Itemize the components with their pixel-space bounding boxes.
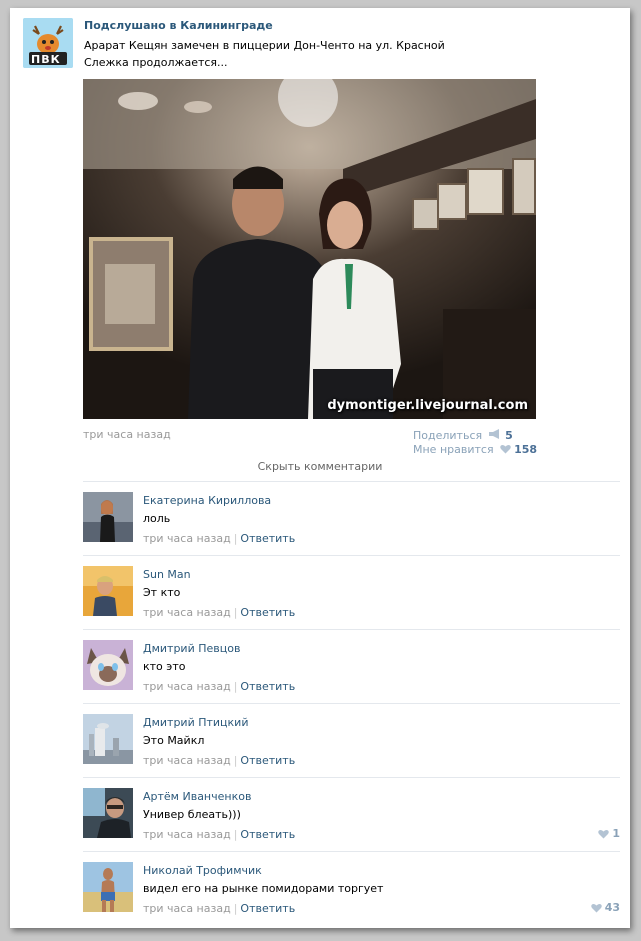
post-actions: Поделиться 5 Мне нравится 158 (413, 428, 630, 456)
comment-author[interactable]: Николай Трофимчик (143, 864, 262, 877)
comment-like-count: 43 (604, 901, 620, 914)
comment-meta: три часа назад | Ответить (143, 532, 295, 545)
comment-like-button[interactable]: 43 (590, 901, 620, 914)
cat-photo-icon (83, 640, 133, 690)
separator: | (233, 680, 238, 693)
share-count: 5 (505, 428, 513, 442)
comment-time[interactable]: три часа назад (143, 828, 231, 841)
comment-item: Екатерина Кириллова лоль три часа назад |… (83, 481, 620, 556)
comment-item: Sun Man Эт кто три часа назад | Ответить (83, 555, 620, 630)
user-photo-icon (83, 492, 133, 542)
comment-text: Универ блеать))) (143, 808, 241, 821)
comment-time[interactable]: три часа назад (143, 680, 231, 693)
like-label: Мне нравится (413, 442, 494, 456)
share-label: Поделиться (413, 428, 483, 442)
like-count: 158 (514, 442, 538, 456)
comment-time[interactable]: три часа назад (143, 754, 231, 767)
heart-icon (500, 444, 511, 454)
post-text-line: Слежка продолжается... (84, 56, 228, 69)
comment-item: Николай Трофимчик видел его на рынке пом… (83, 851, 620, 926)
heart-icon (598, 829, 610, 839)
separator: | (233, 828, 238, 841)
reply-link[interactable]: Ответить (240, 680, 295, 693)
group-name-link[interactable]: Подслушано в Калининграде (84, 19, 273, 32)
group-avatar[interactable]: ПВК (23, 18, 73, 68)
photo-watermark: dymontiger.livejournal.com (327, 398, 528, 413)
reply-link[interactable]: Ответить (240, 902, 295, 915)
comment-avatar[interactable] (83, 714, 133, 764)
separator: | (233, 532, 238, 545)
separator: | (233, 606, 238, 619)
city-photo-icon (83, 714, 133, 764)
comment-like-count: 1 (612, 827, 620, 840)
user-photo-icon (83, 788, 133, 838)
heart-icon (590, 903, 602, 913)
comment-author[interactable]: Дмитрий Птицкий (143, 716, 248, 729)
comment-time[interactable]: три часа назад (143, 902, 231, 915)
comment-time[interactable]: три часа назад (143, 606, 231, 619)
post-text: Арарат Кещян замечен в пиццерии Дон-Чент… (84, 37, 445, 71)
separator: | (233, 902, 238, 915)
megaphone-icon (488, 429, 499, 440)
comment-avatar[interactable] (83, 640, 133, 690)
comment-author[interactable]: Артём Иванченков (143, 790, 251, 803)
comment-text: Эт кто (143, 586, 181, 599)
post-time[interactable]: три часа назад (83, 428, 171, 441)
comment-meta: три часа назад | Ответить (143, 902, 295, 915)
hide-comments-link[interactable]: Скрыть комментарии (10, 460, 630, 473)
share-button[interactable]: Поделиться 5 (413, 428, 513, 442)
reply-link[interactable]: Ответить (240, 532, 295, 545)
like-button[interactable]: Мне нравится 158 (413, 442, 537, 456)
comment-item: Артём Иванченков Универ блеать))) три ча… (83, 777, 620, 852)
reply-link[interactable]: Ответить (240, 828, 295, 841)
comment-text: Это Майкл (143, 734, 205, 747)
reply-link[interactable]: Ответить (240, 606, 295, 619)
user-photo-icon (83, 566, 133, 616)
comment-like-button[interactable]: 1 (598, 827, 620, 840)
post-photo[interactable]: dymontiger.livejournal.com (83, 79, 536, 419)
comment-meta: три часа назад | Ответить (143, 680, 295, 693)
separator: | (233, 754, 238, 767)
comment-text: кто это (143, 660, 186, 673)
restaurant-photo-image (83, 79, 536, 419)
comment-meta: три часа назад | Ответить (143, 754, 295, 767)
group-avatar-text: ПВК (31, 53, 61, 66)
comment-author[interactable]: Sun Man (143, 568, 191, 581)
reply-link[interactable]: Ответить (240, 754, 295, 767)
post-card: ПВК Подслушано в Калининграде Арарат Кещ… (10, 8, 630, 928)
comment-text: видел его на рынке помидорами торгует (143, 882, 384, 895)
comment-item: Дмитрий Птицкий Это Майкл три часа назад… (83, 703, 620, 778)
comment-item: Дмитрий Певцов кто это три часа назад | От… (83, 629, 620, 704)
comment-time[interactable]: три часа назад (143, 532, 231, 545)
comment-author[interactable]: Дмитрий Певцов (143, 642, 240, 655)
comment-meta: три часа назад | Ответить (143, 606, 295, 619)
comment-text: лоль (143, 512, 171, 525)
comment-meta: три часа назад | Ответить (143, 828, 295, 841)
post-text-line: Арарат Кещян замечен в пиццерии Дон-Чент… (84, 39, 445, 52)
comment-avatar[interactable] (83, 788, 133, 838)
comment-avatar[interactable] (83, 566, 133, 616)
beach-photo-icon (83, 862, 133, 912)
comment-avatar[interactable] (83, 862, 133, 912)
comment-author[interactable]: Екатерина Кириллова (143, 494, 271, 507)
comment-avatar[interactable] (83, 492, 133, 542)
